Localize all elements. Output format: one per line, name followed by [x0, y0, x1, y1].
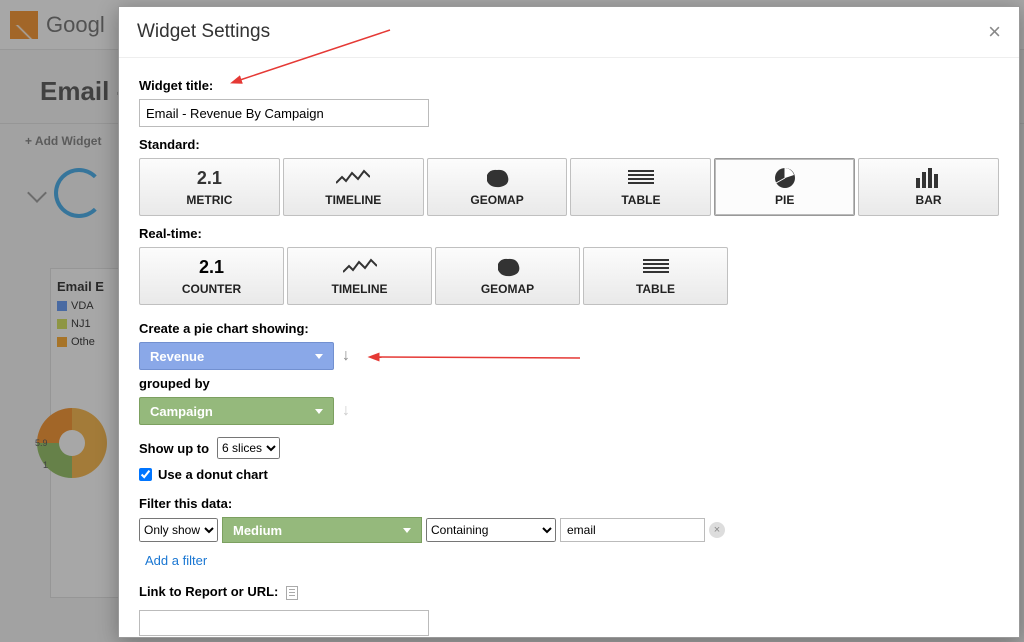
caret-down-icon	[315, 354, 323, 359]
tile-label: GEOMAP	[481, 282, 534, 296]
close-icon[interactable]: ×	[988, 19, 1001, 45]
standard-label: Standard:	[139, 137, 999, 152]
tile-rt-geomap[interactable]: GEOMAP	[435, 247, 580, 305]
tile-label: TIMELINE	[332, 282, 388, 296]
filter-match-select[interactable]: Containing	[426, 518, 556, 542]
tile-label: TIMELINE	[325, 193, 381, 207]
document-icon[interactable]	[286, 586, 298, 600]
tile-pie[interactable]: PIE	[714, 158, 855, 216]
donut-checkbox-label: Use a donut chart	[158, 467, 268, 482]
table-icon	[637, 256, 675, 278]
timeline-icon	[334, 167, 372, 189]
filter-mode-select[interactable]: Only show	[139, 518, 218, 542]
tile-label: BAR	[916, 193, 942, 207]
metric-dropdown[interactable]: Revenue	[139, 342, 334, 370]
tile-rt-timeline[interactable]: TIMELINE	[287, 247, 432, 305]
caret-down-icon	[315, 409, 323, 414]
tile-metric[interactable]: 2.1 METRIC	[139, 158, 280, 216]
filter-value-input[interactable]	[560, 518, 705, 542]
add-filter-link[interactable]: Add a filter	[145, 553, 999, 568]
realtime-tile-row: 2.1 COUNTER TIMELINE GEOMAP TABLE	[139, 247, 999, 305]
tile-rt-table[interactable]: TABLE	[583, 247, 728, 305]
tile-geomap[interactable]: GEOMAP	[427, 158, 568, 216]
metric-icon: 2.1	[190, 167, 228, 189]
modal-title: Widget Settings	[137, 21, 270, 43]
tile-label: COUNTER	[182, 282, 241, 296]
widget-title-label: Widget title:	[139, 78, 999, 93]
bar-icon	[910, 167, 948, 189]
geomap-icon	[489, 256, 527, 278]
realtime-label: Real-time:	[139, 226, 999, 241]
modal-body: Widget title: Standard: 2.1 METRIC TIMEL…	[119, 58, 1019, 638]
tile-label: TABLE	[621, 193, 660, 207]
dimension-dropdown[interactable]: Campaign	[139, 397, 334, 425]
tile-counter[interactable]: 2.1 COUNTER	[139, 247, 284, 305]
tile-label: PIE	[775, 193, 794, 207]
widget-title-input[interactable]	[139, 99, 429, 127]
caret-down-icon	[403, 528, 411, 533]
metric-dropdown-value: Revenue	[150, 349, 204, 364]
link-report-label: Link to Report or URL:	[139, 584, 278, 599]
show-up-to-label: Show up to	[139, 441, 209, 456]
standard-tile-row: 2.1 METRIC TIMELINE GEOMAP TABLE PIE	[139, 158, 999, 216]
create-pie-label: Create a pie chart showing:	[139, 321, 999, 336]
filter-dim-value: Medium	[233, 523, 282, 538]
tile-label: TABLE	[636, 282, 675, 296]
tile-label: GEOMAP	[470, 193, 523, 207]
filter-dimension-dropdown[interactable]: Medium	[222, 517, 422, 543]
tile-label: METRIC	[186, 193, 232, 207]
remove-filter-icon[interactable]: ×	[709, 522, 725, 538]
dimension-dropdown-value: Campaign	[150, 404, 213, 419]
geomap-icon	[478, 167, 516, 189]
table-icon	[622, 167, 660, 189]
counter-icon: 2.1	[193, 256, 231, 278]
tile-timeline[interactable]: TIMELINE	[283, 158, 424, 216]
filter-row: Only show Medium Containing ×	[139, 517, 999, 543]
grouped-by-label: grouped by	[139, 376, 999, 391]
sort-desc-icon[interactable]: ↓	[342, 402, 350, 420]
widget-settings-modal: Widget Settings × Widget title: Standard…	[118, 6, 1020, 638]
tile-table[interactable]: TABLE	[570, 158, 711, 216]
modal-header: Widget Settings ×	[119, 7, 1019, 58]
slices-select[interactable]: 6 slices	[217, 437, 280, 459]
pie-icon	[766, 167, 804, 189]
sort-desc-icon[interactable]: ↓	[342, 347, 350, 365]
filter-section-label: Filter this data:	[139, 496, 999, 511]
link-report-input[interactable]	[139, 610, 429, 636]
tile-bar[interactable]: BAR	[858, 158, 999, 216]
donut-checkbox[interactable]	[139, 468, 152, 481]
timeline-icon	[341, 256, 379, 278]
